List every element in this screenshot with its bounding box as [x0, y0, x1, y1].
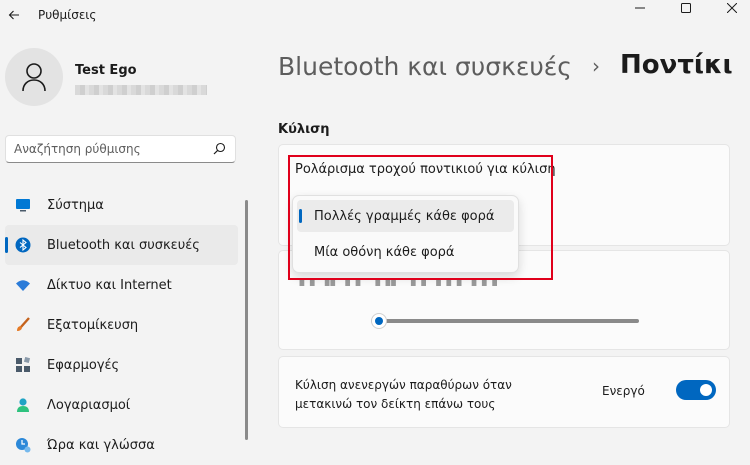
sidebar-item-label: Bluetooth και συσκευές [47, 237, 200, 253]
avatar[interactable] [5, 48, 63, 106]
close-icon [727, 3, 737, 13]
sidebar-item-network[interactable]: Δίκτυο και Internet [5, 265, 238, 305]
sidebar-item-label: Δίκτυο και Internet [47, 277, 172, 293]
search-input[interactable] [14, 140, 204, 158]
app-title: Ρυθμίσεις [38, 8, 97, 22]
apps-icon [16, 357, 31, 372]
sidebar-item-bluetooth[interactable]: Bluetooth και συσκευές [5, 225, 238, 265]
minimize-icon [635, 7, 645, 9]
sidebar-item-system[interactable]: Σύστημα [5, 185, 238, 225]
sidebar-item-personalization[interactable]: Εξατομίκευση [5, 305, 238, 345]
sidebar-item-label: Ώρα και γλώσσα [47, 437, 155, 453]
back-button[interactable] [0, 0, 28, 30]
account-icon [17, 398, 29, 412]
back-arrow-icon [8, 10, 19, 20]
sidebar-item-label: Σύστημα [47, 197, 104, 213]
sidebar-item-label: Εξατομίκευση [47, 317, 139, 333]
dropdown-option-selected[interactable]: Πολλές γραμμές κάθε φορά [297, 200, 514, 232]
search-icon[interactable] [213, 142, 226, 155]
toggle-knob [700, 384, 712, 396]
inactive-scroll-label: Κύλιση ανενεργών παραθύρων όταν μετακινώ… [295, 378, 512, 411]
user-name: Test Ego [75, 63, 137, 78]
toggle-state-label: Ενεργό [602, 384, 645, 398]
lines-slider-track[interactable] [371, 319, 639, 323]
minimize-button[interactable] [617, 0, 663, 16]
inactive-scroll-toggle[interactable] [676, 380, 716, 400]
time-language-icon [16, 438, 31, 453]
lines-slider-thumb[interactable] [371, 313, 388, 329]
sidebar-nav: Σύστημα Bluetooth και συσκευές Δίκτυο κα… [5, 185, 238, 465]
sidebar-item-apps[interactable]: Εφαρμογές [5, 345, 238, 385]
dropdown-option-label: Πολλές γραμμές κάθε φορά [314, 209, 495, 224]
maximize-icon [681, 3, 691, 13]
breadcrumb-parent[interactable]: Bluetooth και συσκευές [278, 52, 572, 81]
dropdown-option-label: Μία οθόνη κάθε φορά [314, 245, 455, 260]
breadcrumb-separator: › [592, 54, 600, 78]
wheel-scroll-dropdown: Πολλές γραμμές κάθε φορά Μία οθόνη κάθε … [292, 195, 519, 273]
sidebar-item-label: Εφαρμογές [47, 357, 120, 373]
search-box[interactable] [5, 135, 236, 163]
sidebar-scrollbar[interactable] [245, 200, 248, 440]
user-email-redacted [75, 85, 207, 95]
brush-icon [17, 317, 30, 331]
wheel-scroll-label: Ρολάρισμα τροχού ποντικιού για κύλιση [295, 162, 556, 177]
lines-slider-label-obscured: ▗ ▖▗▖▗ ▖ ▗▗▖ ▗ ▖▗▗ ▖▗▗ ▖ [295, 272, 503, 286]
page-title: Ποντίκι [620, 50, 733, 80]
sidebar-item-time-language[interactable]: Ώρα και γλώσσα [5, 425, 238, 465]
bluetooth-icon [15, 237, 31, 253]
system-icon [16, 199, 30, 212]
sidebar-item-accounts[interactable]: Λογαριασμοί [5, 385, 238, 425]
section-title: Κύλιση [278, 122, 330, 137]
dropdown-option[interactable]: Μία οθόνη κάθε φορά [297, 236, 514, 268]
sidebar-item-label: Λογαριασμοί [47, 397, 131, 413]
wifi-icon [16, 280, 30, 291]
maximize-button[interactable] [663, 0, 709, 16]
person-icon [22, 63, 46, 92]
close-button[interactable] [709, 0, 750, 16]
